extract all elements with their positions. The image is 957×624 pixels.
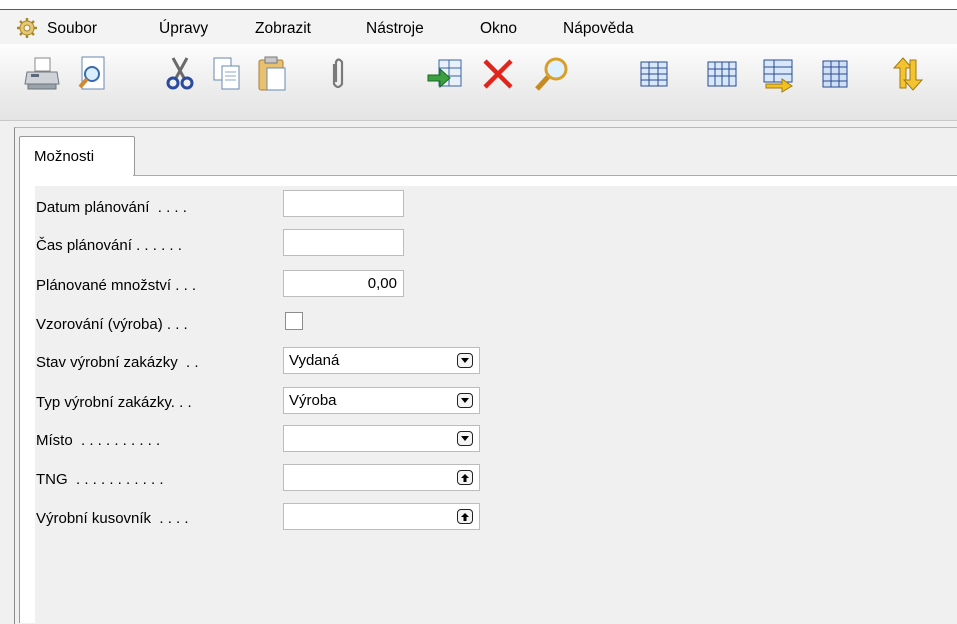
menu-zobrazit[interactable]: Zobrazit xyxy=(255,20,311,38)
find-icon[interactable] xyxy=(532,54,572,94)
export-icon[interactable] xyxy=(425,54,465,94)
vzorovani-checkbox[interactable] xyxy=(285,312,303,330)
transfer-icon[interactable] xyxy=(758,54,798,94)
misto-select[interactable] xyxy=(283,425,480,452)
copy-icon[interactable] xyxy=(206,54,246,94)
cas-planovani-label: Čas plánování . . . . . . xyxy=(36,237,182,254)
tng-lookup[interactable] xyxy=(283,464,480,491)
gears-icon[interactable] xyxy=(16,17,38,39)
sort-icon[interactable] xyxy=(888,54,928,94)
grid-icon[interactable] xyxy=(815,54,855,94)
datum-planovani-field[interactable] xyxy=(283,190,404,217)
toolbar xyxy=(0,44,957,121)
vyrobni-kusovnik-lookup[interactable] xyxy=(283,503,480,530)
tab-label: Možnosti xyxy=(34,148,95,165)
printer-icon[interactable] xyxy=(22,54,62,94)
menu-upravy[interactable]: Úpravy xyxy=(159,20,208,38)
lookup-arrow-up-icon[interactable] xyxy=(457,509,473,524)
datum-planovani-label: Datum plánování . . . . xyxy=(36,199,187,216)
card-view-icon[interactable] xyxy=(702,54,742,94)
vzorovani-label: Vzorování (výroba) . . . xyxy=(36,316,188,333)
vyrobni-kusovnik-label: Výrobní kusovník . . . . xyxy=(36,510,189,527)
paste-icon[interactable] xyxy=(252,54,292,94)
cas-planovani-field[interactable] xyxy=(283,229,404,256)
print-preview-icon[interactable] xyxy=(72,54,112,94)
tab-moznosti[interactable]: Možnosti xyxy=(19,136,135,177)
menu-okno[interactable]: Okno xyxy=(480,20,517,38)
planovane-mnozstvi-label: Plánované množství . . . xyxy=(36,277,197,294)
typ-vyrobni-zakazky-select[interactable]: Výroba xyxy=(283,387,480,414)
delete-icon[interactable] xyxy=(478,54,518,94)
typ-vyrobni-zakazky-label: Typ výrobní zakázky. . . xyxy=(36,394,192,411)
menu-bar: Soubor Úpravy Zobrazit Nástroje Okno Náp… xyxy=(0,10,957,44)
lookup-arrow-up-icon[interactable] xyxy=(457,470,473,485)
menu-soubor[interactable]: Soubor xyxy=(47,20,97,38)
window-top-edge xyxy=(0,0,957,10)
attachment-icon[interactable] xyxy=(318,54,358,94)
cut-icon[interactable] xyxy=(160,54,200,94)
misto-label: Místo . . . . . . . . . . xyxy=(36,432,161,449)
stav-vyrobni-zakazky-select[interactable]: Vydaná xyxy=(283,347,480,374)
menu-nastroje[interactable]: Nástroje xyxy=(366,20,424,38)
chevron-down-icon[interactable] xyxy=(457,353,473,368)
list-view-icon[interactable] xyxy=(634,54,674,94)
stav-vyrobni-zakazky-label: Stav výrobní zakázky . . xyxy=(36,354,199,371)
menu-napoveda[interactable]: Nápověda xyxy=(563,20,634,38)
planovane-mnozstvi-field[interactable]: 0,00 xyxy=(283,270,404,297)
tng-label: TNG . . . . . . . . . . . xyxy=(36,471,164,488)
chevron-down-icon[interactable] xyxy=(457,431,473,446)
chevron-down-icon[interactable] xyxy=(457,393,473,408)
